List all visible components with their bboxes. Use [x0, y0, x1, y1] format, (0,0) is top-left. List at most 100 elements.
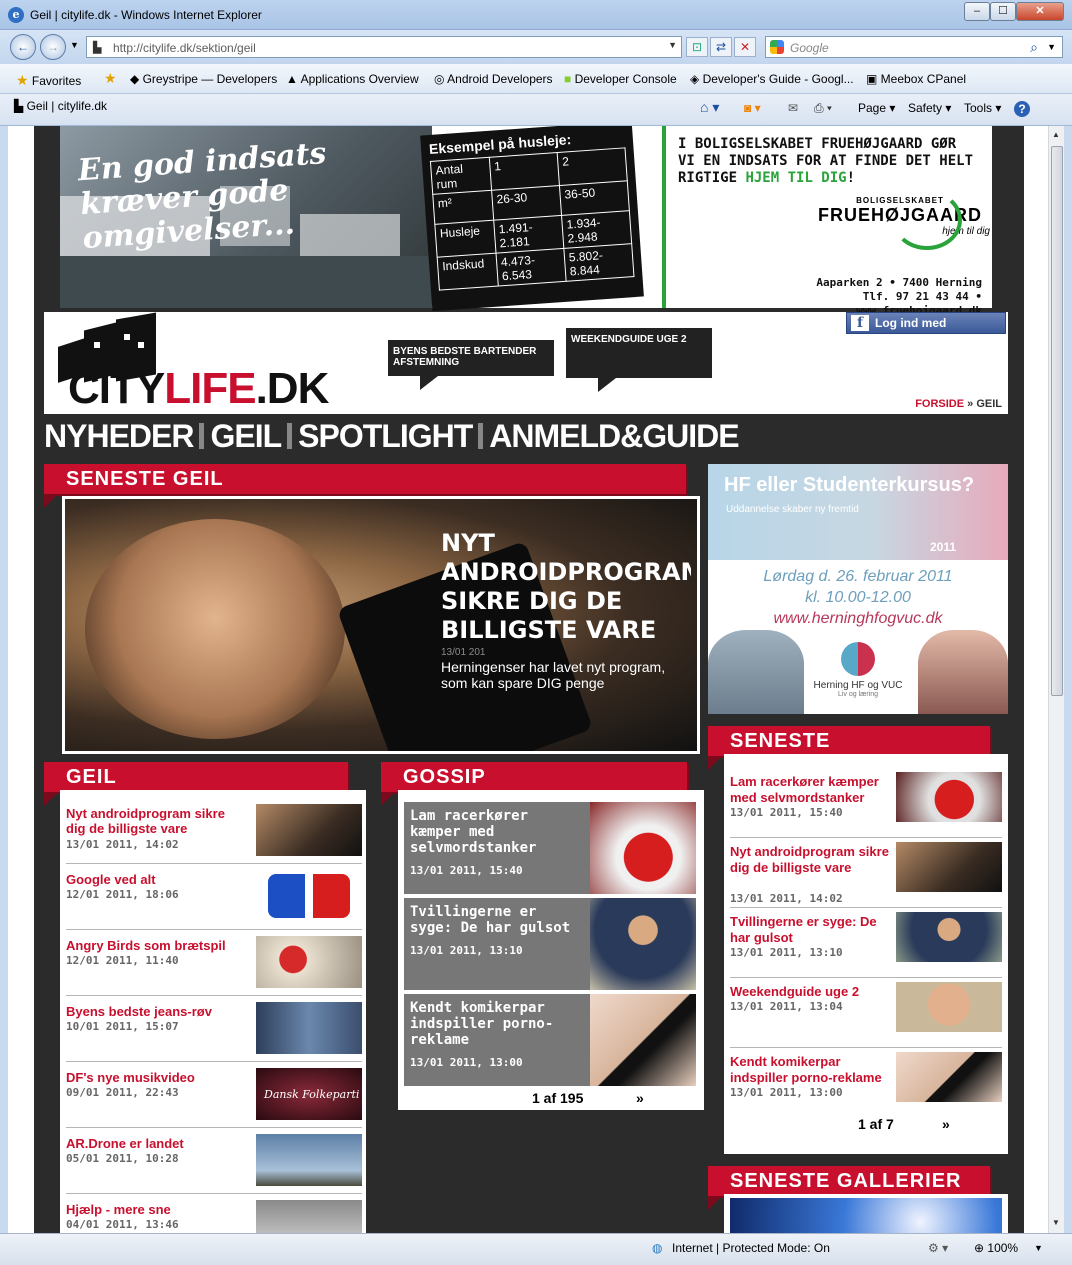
gossip-heading: GOSSIP [381, 762, 687, 806]
compat-view-icon[interactable]: ⊡ [686, 37, 708, 57]
fav-developer-console[interactable]: ■ Developer Console [564, 72, 677, 86]
zoom-icon: ⊕ [974, 1241, 985, 1255]
scroll-thumb[interactable] [1051, 146, 1063, 696]
refresh-icon[interactable]: ⇄ [710, 37, 732, 57]
fav-applications-overview[interactable]: ▲ Applications Overview [286, 72, 419, 86]
crumb-forside[interactable]: FORSIDE [915, 398, 964, 410]
list-item[interactable]: Kendt komikerpar indspiller porno-reklam… [404, 994, 696, 1086]
safety-menu[interactable]: Safety ▾ [908, 101, 951, 115]
scroll-up-icon[interactable]: ▲ [1052, 130, 1060, 139]
favorites-bar: ★ Favorites ★ ◆ Greystripe — Developers … [0, 64, 1072, 94]
list-item[interactable]: Hjælp - mere sne 04/01 2011, 13:46 [66, 1194, 362, 1233]
list-item[interactable]: Byens bedste jeans-røv 10/01 2011, 15:07 [66, 996, 362, 1062]
close-button[interactable]: ✕ [1016, 2, 1064, 21]
protected-mode-icon[interactable]: ⚙ ▾ [928, 1241, 948, 1255]
nav-nyheder[interactable]: NYHEDER [44, 418, 194, 454]
thumbnail-image [256, 1002, 362, 1054]
featured-headline[interactable]: NYT ANDROIDPROGRAM SIKRE DIG DE BILLIGSTE V… [441, 529, 691, 645]
rent-table: Eksempel på husleje: Antal rum 1 2 m² 26-30… [420, 126, 644, 312]
list-item[interactable]: Angry Birds som brætspil 12/01 2011, 11:4… [66, 930, 362, 996]
list-item[interactable]: AR.Drone er landet 05/01 2011, 10:28 [66, 1128, 362, 1194]
fruehojgaard-logo: BOLIGSELSKABET FRUEHØJGAARD hjem til dig [810, 190, 990, 250]
feeds-icon[interactable]: ◙ ▾ [744, 101, 761, 115]
fav-meebox[interactable]: ▣ Meebox CPanel [866, 72, 966, 86]
seneste-pager: 1 af 7 [858, 1116, 894, 1132]
nav-anmeld-guide[interactable]: ANMELD&GUIDE [489, 418, 739, 454]
minimize-button[interactable]: – [964, 2, 990, 21]
thumbnail-image [256, 804, 362, 856]
forward-button[interactable]: → [40, 34, 66, 60]
nav-geil[interactable]: GEIL [210, 418, 282, 454]
fav-greystripe[interactable]: ◆ Greystripe — Developers [130, 72, 277, 86]
list-item[interactable]: DF's nye musikvideo 09/01 2011, 22:43 Dan… [66, 1062, 362, 1128]
site-favicon-icon: ▙ [14, 99, 24, 113]
maximize-button[interactable]: ☐ [990, 2, 1016, 21]
list-item[interactable]: Lam racerkører kæmper med selvmordstanke… [730, 768, 1002, 838]
thumbnail-image [896, 982, 1002, 1032]
ad-photo: En god indsats kræver gode omgivelser... [60, 126, 432, 308]
search-icon[interactable]: ⌕ [1030, 39, 1038, 56]
address-dropdown-icon[interactable]: ▼ [668, 40, 677, 50]
mail-icon[interactable]: ✉ [788, 101, 798, 115]
herning-hf-ad[interactable]: HF eller Studenterkursus? Uddannelse ska… [708, 464, 1008, 714]
list-item[interactable]: Tvillingerne er syge: De har gulsot 13/01… [404, 898, 696, 990]
vertical-scrollbar[interactable]: ▲ ▼ [1048, 126, 1064, 1233]
tab-geil[interactable]: ▙ Geil | citylife.dk [14, 99, 107, 113]
fav-developers-guide[interactable]: ◈ Developer's Guide - Googl... [690, 72, 854, 86]
weekendguide-bubble[interactable]: WEEKENDGUIDE UGE 2 [566, 328, 712, 392]
featured-article[interactable]: NYT ANDROIDPROGRAM SIKRE DIG DE BILLIGSTE V… [62, 496, 700, 754]
search-options-icon[interactable]: ▼ [1047, 42, 1056, 52]
page-menu[interactable]: Page ▾ [858, 101, 895, 115]
ie-icon: e [8, 7, 24, 23]
page-viewport: En god indsats kræver gode omgivelser... … [8, 126, 1048, 1233]
star-icon: ★ [16, 72, 29, 88]
scroll-down-icon[interactable]: ▼ [1052, 1218, 1060, 1227]
gossip-list: Lam racerkører kæmper med selvmordstanke… [398, 790, 704, 1110]
fav-android-developers[interactable]: ◎ Android Developers [434, 72, 553, 86]
gossip-pager: 1 af 195 [532, 1090, 584, 1106]
favorites-button[interactable]: ★ Favorites [16, 72, 81, 89]
hf-ad-date: Lørdag d. 26. februar 2011 kl. 10.00-12.0… [763, 568, 953, 606]
home-icon[interactable]: ⌂ ▾ [700, 99, 719, 116]
zoom-level[interactable]: ⊕ 100% [974, 1241, 1018, 1255]
tab-bar: ▙ Geil | citylife.dk ⌂ ▾ ◙ ▾ ✉ ⎙ ▾ Page … [0, 94, 1072, 126]
gossip-next-button[interactable]: » [636, 1090, 644, 1106]
site-header: CITYLIFE.DK BYENS BEDSTE BARTENDER AFSTE… [44, 312, 1008, 414]
list-item[interactable]: Tvillingerne er syge: De har gulsot 13/01… [730, 908, 1002, 978]
gallery-preview[interactable] [724, 1194, 1008, 1233]
geil-list: Nyt androidprogram sikre dig de billigst… [60, 790, 366, 1233]
ad-text: I BOLIGSELSKABET FRUEHØJGAARD GØR VI EN … [678, 136, 974, 186]
search-placeholder: Google [790, 41, 829, 55]
list-item[interactable]: Nyt androidprogram sikre dig de billigst… [66, 798, 362, 864]
list-item[interactable]: Nyt androidprogram sikre dig de billigst… [730, 838, 1002, 908]
facebook-login-button[interactable]: f Log ind med Facebook [846, 312, 1006, 350]
featured-image: NYT ANDROIDPROGRAM SIKRE DIG DE BILLIGSTE V… [65, 499, 697, 751]
hf-ad-year: 2011 [930, 540, 957, 554]
page-body: En god indsats kræver gode omgivelser... … [8, 126, 1048, 1233]
list-item[interactable]: Kendt komikerpar indspiller porno-reklam… [730, 1048, 1002, 1118]
history-dropdown-icon[interactable]: ▼ [70, 40, 79, 50]
seneste-gallerier-heading: SENESTE GALLERIER [708, 1166, 990, 1210]
add-favorites-icon[interactable]: ★ [104, 70, 117, 87]
list-item[interactable]: Lam racerkører kæmper med selvmordstanke… [404, 802, 696, 894]
thumbnail-image [256, 1200, 362, 1233]
seneste-next-button[interactable]: » [942, 1116, 950, 1132]
tools-menu[interactable]: Tools ▾ [964, 101, 1001, 115]
help-icon[interactable]: ? [1014, 101, 1030, 117]
bartender-vote-bubble[interactable]: BYENS BEDSTE BARTENDER AFSTEMNING [388, 340, 554, 390]
search-box[interactable]: Google ⌕ ▼ [765, 36, 1063, 58]
geil-heading: GEIL [44, 762, 348, 806]
fruehojgaard-ad[interactable]: En god indsats kræver gode omgivelser... … [60, 126, 992, 317]
status-bar: ◍ Internet | Protected Mode: On ⚙ ▾ ⊕ 10… [0, 1233, 1072, 1265]
list-item[interactable]: Google ved alt 12/01 2011, 18:06 [66, 864, 362, 930]
globe-icon: ◍ [652, 1241, 663, 1255]
back-button[interactable]: ← [10, 34, 36, 60]
list-item[interactable]: Weekendguide uge 2 13/01 2011, 13:04 [730, 978, 1002, 1048]
zoom-dropdown-icon[interactable]: ▼ [1034, 1243, 1043, 1253]
citylife-logo[interactable]: CITYLIFE.DK [54, 312, 354, 413]
stop-icon[interactable]: ✕ [734, 37, 756, 57]
nav-spotlight[interactable]: SPOTLIGHT [298, 418, 473, 454]
address-field[interactable]: ▙ http://citylife.dk/sektion/geil ▼ [86, 36, 682, 58]
print-icon[interactable]: ⎙ ▾ [814, 101, 832, 116]
thumbnail-image [590, 802, 696, 894]
